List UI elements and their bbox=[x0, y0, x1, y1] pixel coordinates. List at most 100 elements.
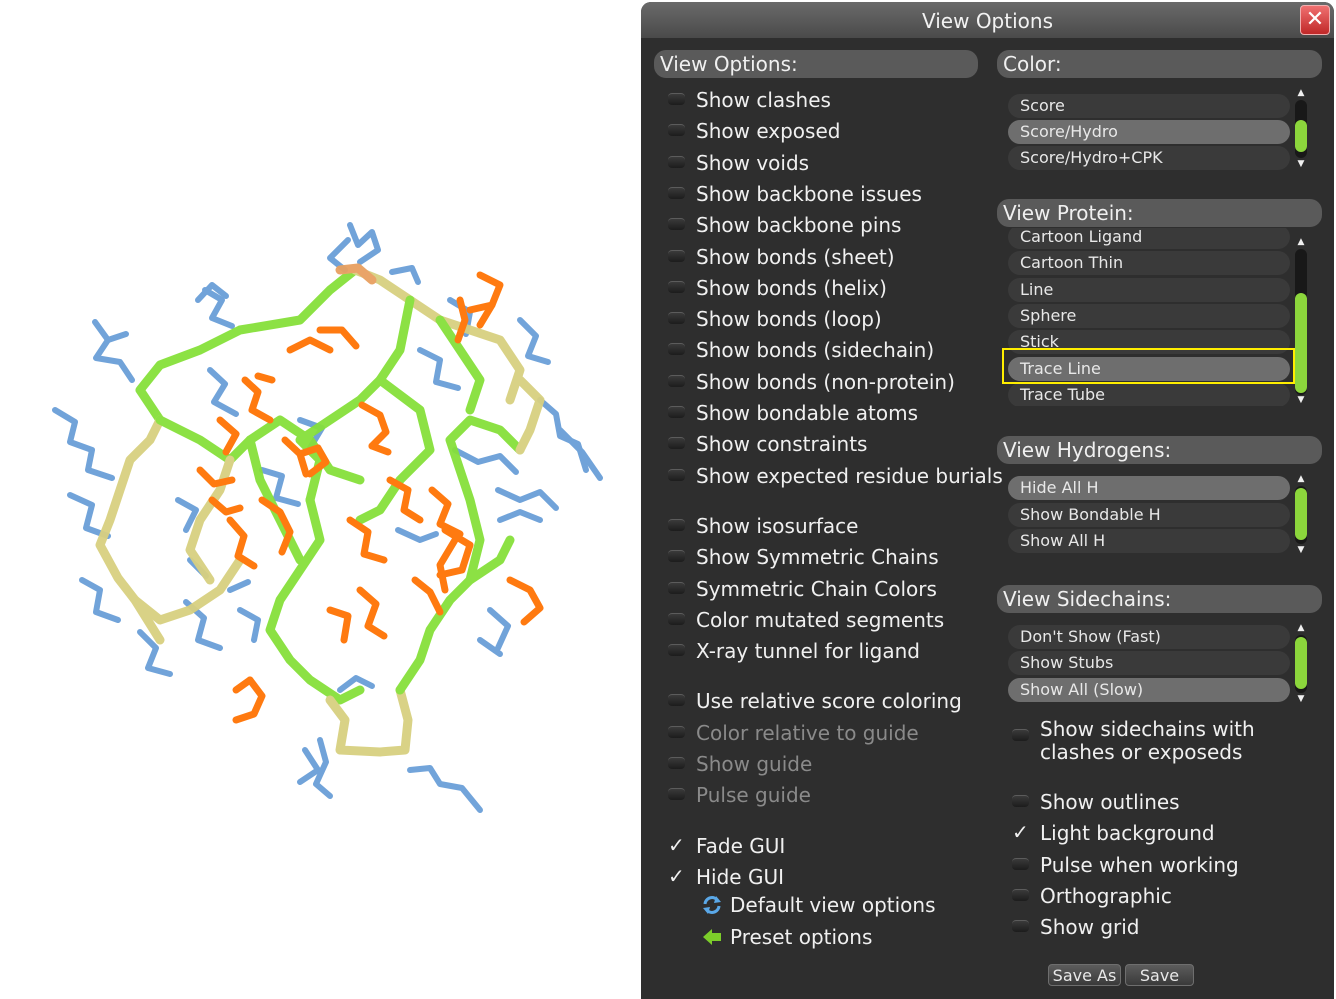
list-item[interactable]: Show Stubs bbox=[1008, 651, 1290, 676]
hydrogens-scrollbar[interactable]: ▲ ▼ bbox=[1294, 474, 1308, 556]
checkmark-icon[interactable] bbox=[1012, 818, 1029, 846]
list-item[interactable]: Don't Show (Fast) bbox=[1008, 625, 1290, 649]
checkmark-icon[interactable] bbox=[668, 831, 685, 859]
list-item[interactable]: Hide All H bbox=[1008, 476, 1290, 500]
option-label: Show isosurface bbox=[696, 513, 859, 538]
arrow-left-icon bbox=[701, 923, 723, 951]
option-label: Show grid bbox=[1040, 915, 1140, 940]
scroll-down-icon[interactable]: ▼ bbox=[1294, 395, 1308, 405]
checkbox-icon[interactable] bbox=[668, 343, 685, 356]
checkbox-icon[interactable] bbox=[1012, 795, 1029, 807]
list-item[interactable]: Show All (Slow) bbox=[1008, 677, 1290, 702]
option-label: Show exposed bbox=[696, 119, 841, 144]
save-as-button[interactable]: Save As bbox=[1048, 964, 1121, 986]
checkbox-icon[interactable] bbox=[668, 612, 685, 625]
checkbox-icon[interactable] bbox=[668, 437, 685, 450]
title-bar[interactable]: View Options ✕ bbox=[641, 2, 1334, 38]
option-label: Show backbone pins bbox=[696, 213, 902, 238]
option-label: Show backbone issues bbox=[696, 181, 922, 206]
option-label: clashes or exposeds bbox=[1040, 740, 1243, 764]
color-header: Color: bbox=[997, 50, 1322, 78]
list-item[interactable]: Trace Tube bbox=[1008, 382, 1290, 406]
backbone-trace bbox=[95, 263, 545, 757]
option-label: Show outlines bbox=[1040, 790, 1180, 814]
checkbox-icon[interactable] bbox=[668, 406, 685, 418]
checkbox-icon[interactable] bbox=[668, 581, 685, 594]
option-label: Pulse when working bbox=[1040, 852, 1239, 877]
option-label: Hide GUI bbox=[696, 864, 784, 889]
option-label: Show expected residue burials bbox=[696, 463, 1003, 488]
scroll-down-icon[interactable]: ▼ bbox=[1294, 545, 1308, 555]
checkbox-icon[interactable] bbox=[668, 550, 685, 563]
scroll-up-icon[interactable]: ▲ bbox=[1294, 88, 1308, 98]
link-label: Default view options bbox=[730, 893, 936, 917]
view-sidechains-header: View Sidechains: bbox=[997, 585, 1322, 613]
view-options-header: View Options: bbox=[654, 50, 978, 78]
option-label: Symmetric Chain Colors bbox=[696, 576, 937, 601]
checkbox-icon[interactable] bbox=[1012, 888, 1029, 901]
option-label: Show voids bbox=[696, 150, 810, 175]
scroll-up-icon[interactable]: ▲ bbox=[1294, 237, 1308, 247]
option-label: Show constraints bbox=[696, 432, 868, 457]
option-label: Show bonds (loop) bbox=[696, 307, 882, 332]
checkbox-icon[interactable] bbox=[668, 218, 685, 231]
checkbox-icon[interactable] bbox=[668, 788, 685, 801]
checkbox-icon[interactable] bbox=[668, 186, 685, 199]
list-item[interactable]: Line bbox=[1008, 277, 1290, 302]
list-item[interactable]: Score/Hydro bbox=[1008, 120, 1290, 145]
color-list: Score Score/Hydro Score/Hydro+CPK bbox=[1008, 92, 1290, 172]
checkbox-icon[interactable] bbox=[668, 694, 685, 707]
save-button[interactable]: Save bbox=[1125, 964, 1194, 986]
checkbox-icon[interactable] bbox=[668, 124, 685, 137]
scroll-down-icon[interactable]: ▼ bbox=[1294, 159, 1308, 169]
checkbox-icon[interactable] bbox=[668, 468, 685, 481]
checkmark-icon[interactable] bbox=[668, 862, 685, 890]
option-label: Color mutated segments bbox=[696, 607, 945, 632]
checkbox-icon[interactable] bbox=[668, 312, 685, 325]
option-label: Show bonds (non-protein) bbox=[696, 369, 955, 394]
option-label: Show bonds (sidechain) bbox=[696, 338, 935, 363]
checkbox-icon[interactable] bbox=[668, 757, 685, 769]
link-label: Preset options bbox=[730, 925, 873, 949]
checkbox-icon[interactable] bbox=[668, 374, 685, 387]
list-item[interactable]: Sphere bbox=[1008, 303, 1290, 328]
checkbox-icon[interactable] bbox=[668, 280, 685, 293]
option-label: Color relative to guide bbox=[696, 720, 919, 745]
scroll-down-icon[interactable]: ▼ bbox=[1294, 694, 1308, 704]
checkbox-icon[interactable] bbox=[668, 93, 685, 105]
list-item[interactable]: Show Bondable H bbox=[1008, 502, 1290, 527]
option-label: Show bondable atoms bbox=[696, 401, 919, 425]
option-label: Fade GUI bbox=[696, 833, 786, 858]
option-label: X-ray tunnel for ligand bbox=[696, 639, 920, 664]
checkbox-icon[interactable] bbox=[1012, 920, 1029, 933]
sidechains-scrollbar[interactable]: ▲ ▼ bbox=[1294, 623, 1308, 705]
protein-viewport[interactable] bbox=[0, 0, 640, 999]
list-item[interactable]: Cartoon Ligand bbox=[1008, 228, 1290, 249]
polar-sidechains bbox=[52, 222, 603, 813]
list-item[interactable]: Score bbox=[1008, 94, 1290, 118]
view-hydrogens-list: Hide All H Show Bondable H Show All H bbox=[1008, 474, 1290, 554]
scroll-up-icon[interactable]: ▲ bbox=[1294, 623, 1308, 633]
checkbox-icon[interactable] bbox=[668, 725, 685, 738]
view-protein-header: View Protein: bbox=[997, 199, 1322, 227]
scroll-up-icon[interactable]: ▲ bbox=[1294, 474, 1308, 484]
option-label: Show bonds (sheet) bbox=[696, 244, 895, 269]
color-scrollbar[interactable]: ▲ ▼ bbox=[1294, 88, 1308, 170]
option-label: Light background bbox=[1040, 821, 1215, 846]
view-hydrogens-header: View Hydrogens: bbox=[997, 436, 1322, 464]
checkbox-icon[interactable] bbox=[1012, 857, 1029, 870]
list-item[interactable]: Show All H bbox=[1008, 529, 1290, 553]
list-item[interactable]: Score/Hydro+CPK bbox=[1008, 146, 1290, 171]
close-button[interactable]: ✕ bbox=[1300, 5, 1330, 35]
checkbox-icon[interactable] bbox=[668, 518, 685, 531]
protein-structure-render[interactable] bbox=[0, 0, 640, 999]
view-sidechains-list: Don't Show (Fast) Show Stubs Show All (Slo… bbox=[1008, 623, 1290, 703]
show-sidechains-clashes-checkbox[interactable]: Show sidechains with clashes or exposeds bbox=[1012, 715, 1312, 765]
checkbox-icon[interactable] bbox=[668, 644, 685, 657]
checkbox-icon[interactable] bbox=[668, 155, 685, 168]
protein-scrollbar[interactable]: ▲ ▼ bbox=[1294, 237, 1308, 407]
checkbox-icon[interactable] bbox=[1012, 729, 1029, 741]
checkbox-icon[interactable] bbox=[668, 249, 685, 262]
list-item[interactable]: Cartoon Thin bbox=[1008, 251, 1290, 276]
option-label: Show guide bbox=[696, 752, 813, 776]
